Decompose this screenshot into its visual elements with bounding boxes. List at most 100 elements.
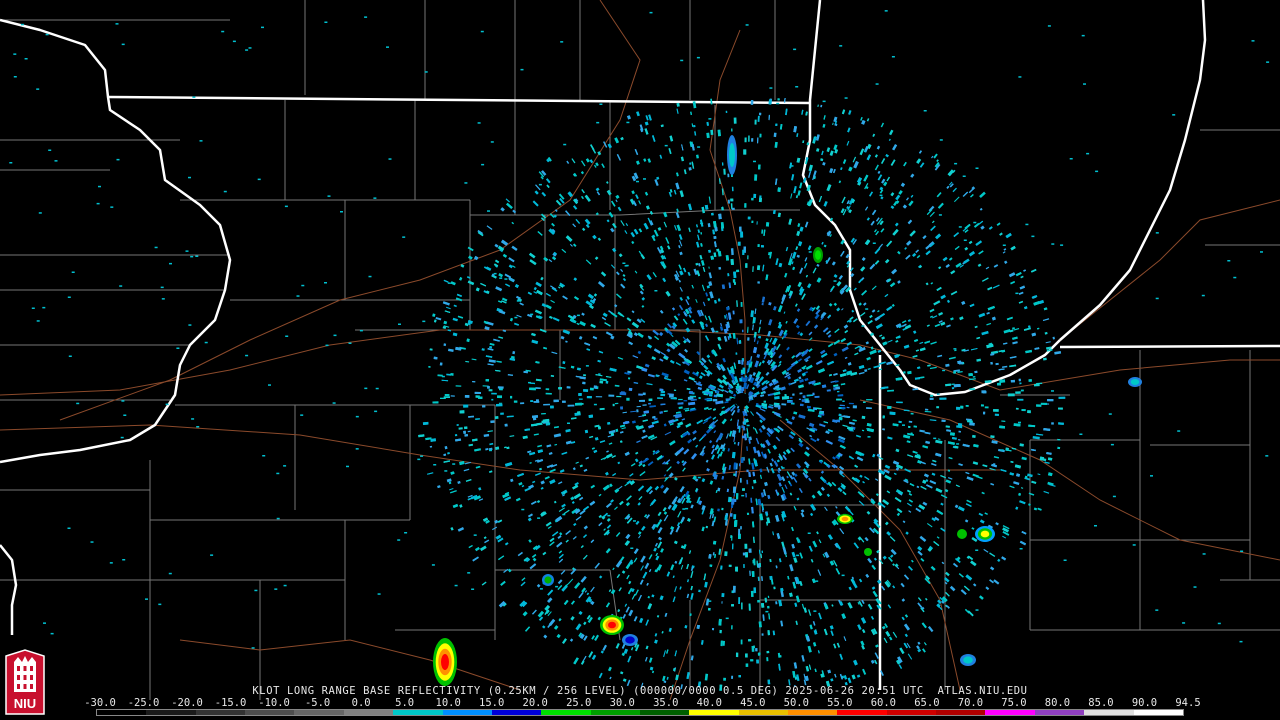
echo-pixel — [1040, 402, 1047, 406]
echo-pixel — [718, 213, 722, 220]
echo-pixel — [739, 377, 743, 382]
echo-pixel — [742, 488, 745, 491]
echo-pixel — [757, 599, 760, 603]
echo-pixel — [775, 123, 778, 127]
echo-pixel — [513, 400, 518, 403]
echo-pixel — [478, 396, 483, 399]
echo-pixel — [842, 400, 845, 402]
echo-pixel — [758, 621, 762, 628]
echo-pixel — [1018, 378, 1021, 382]
echo-pixel — [744, 543, 748, 549]
echo-pixel — [459, 410, 465, 414]
echo-pixel — [910, 412, 914, 415]
echo-pixel — [887, 406, 892, 409]
echo-pixel — [733, 521, 737, 527]
echo-pixel — [727, 173, 730, 178]
echo-pixel — [428, 365, 431, 368]
echo-pixel — [710, 129, 714, 136]
echo-pixel — [731, 207, 735, 211]
echo-pixel — [716, 248, 720, 252]
echo-pixel — [678, 398, 683, 401]
echo-pixel — [738, 528, 741, 536]
echo-pixel — [712, 399, 718, 402]
echo-pixel — [730, 198, 734, 202]
echo-pixel — [422, 421, 429, 425]
echo-pixel — [726, 325, 730, 329]
echo-pixel — [721, 206, 724, 211]
echo-pixel — [799, 403, 804, 407]
echo-pixel — [530, 400, 534, 403]
echo-pixel — [1019, 382, 1022, 385]
echo-pixel — [798, 398, 801, 400]
echo-pixel — [725, 513, 729, 516]
echo-pixel — [433, 356, 438, 360]
echo-pixel — [704, 398, 711, 401]
echo-pixel — [739, 319, 743, 324]
echo-pixel — [731, 675, 734, 679]
echo-pixel — [750, 659, 754, 662]
echo-pixel — [751, 197, 754, 201]
echo-pixel — [760, 245, 765, 248]
echo-pixel — [768, 99, 772, 105]
echo-pixel — [711, 212, 714, 216]
echo-pixel — [583, 389, 589, 392]
echo-pixel — [802, 395, 806, 399]
echo-pixel — [504, 423, 508, 427]
echo-pixel — [738, 597, 741, 604]
echo-pixel — [464, 426, 468, 430]
echo-pixel — [498, 402, 503, 404]
echo-pixel — [566, 386, 571, 389]
echo-pixel — [757, 652, 761, 656]
echo-pixel — [757, 281, 760, 284]
echo-pixel — [746, 469, 749, 473]
echo-pixel — [733, 117, 737, 124]
echo-pixel — [951, 387, 955, 390]
echo-pixel — [567, 404, 575, 407]
echo-pixel — [744, 203, 747, 208]
map-background — [0, 0, 1280, 720]
echo-pixel — [464, 433, 469, 437]
echo-pixel — [792, 393, 795, 396]
echo-pixel — [728, 564, 732, 567]
echo-pixel — [620, 391, 625, 394]
echo-pixel — [958, 430, 961, 433]
echo-pixel — [742, 249, 745, 255]
echo-pixel — [456, 424, 459, 426]
echo-pixel — [766, 650, 770, 654]
echo-pixel — [801, 399, 806, 402]
echo-pixel — [732, 486, 737, 493]
echo-pixel — [670, 397, 677, 400]
echo-pixel — [903, 371, 906, 374]
echo-pixel — [751, 220, 754, 223]
echo-pixel — [1051, 422, 1054, 425]
echo-pixel — [458, 427, 463, 430]
echo-pixel — [495, 403, 503, 407]
echo-pixel — [925, 408, 929, 411]
echo-pixel — [980, 404, 984, 407]
echo-pixel — [908, 425, 911, 429]
echo-pixel — [939, 397, 947, 400]
echo-pixel — [969, 388, 975, 391]
echo-pixel — [953, 371, 957, 374]
echo-pixel — [833, 387, 836, 391]
echo-pixel — [711, 627, 715, 631]
echo-pixel — [1020, 389, 1024, 392]
echo-pixel — [463, 404, 469, 408]
echo-pixel — [723, 168, 726, 175]
echo-pixel — [432, 401, 439, 404]
echo-pixel — [497, 386, 504, 389]
echo-pixel — [862, 401, 866, 404]
echo-pixel — [777, 98, 780, 101]
echo-pixel — [648, 402, 651, 405]
echo-pixel — [553, 399, 559, 403]
echo-pixel — [733, 514, 737, 520]
echo-pixel — [575, 402, 582, 406]
echo-pixel — [965, 405, 969, 407]
echo-pixel — [1021, 408, 1026, 412]
echo-pixel — [729, 396, 732, 399]
echo-pixel — [740, 301, 743, 307]
echo-pixel — [488, 389, 493, 392]
echo-pixel — [482, 405, 486, 408]
echo-pixel — [717, 129, 721, 137]
echo-pixel — [757, 115, 760, 122]
